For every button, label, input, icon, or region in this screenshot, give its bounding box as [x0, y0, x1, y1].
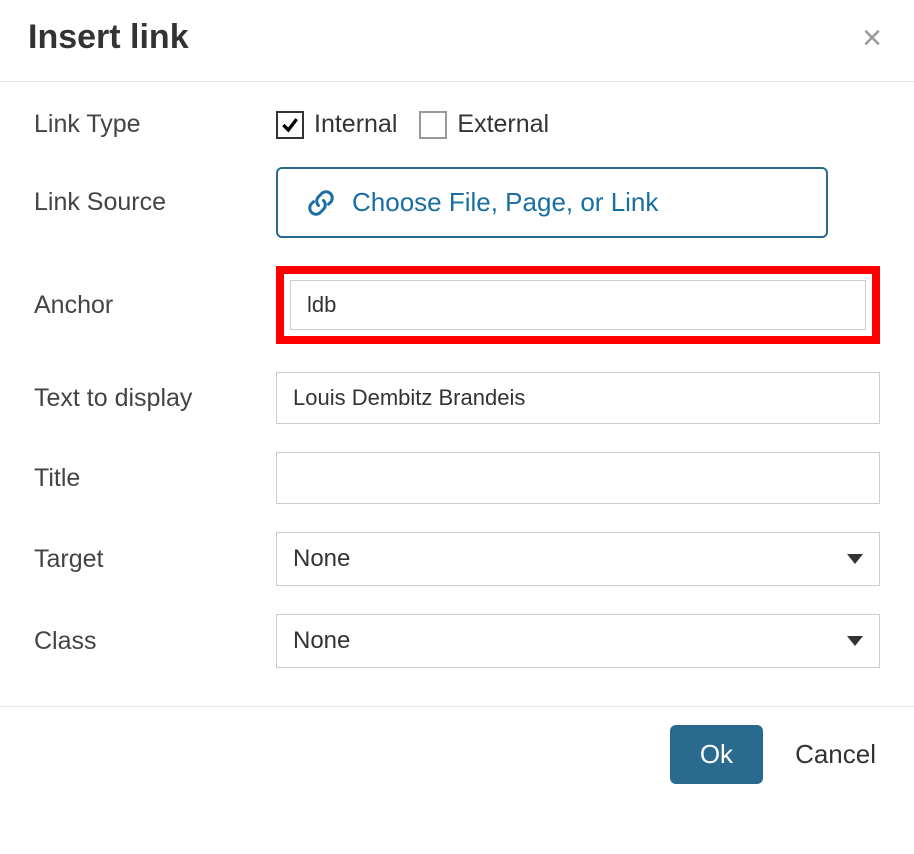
check-icon	[280, 115, 300, 135]
checkbox-box-internal	[276, 111, 304, 139]
link-type-group: Internal External	[276, 110, 549, 139]
checkbox-external[interactable]: External	[419, 110, 549, 139]
class-value: None	[293, 627, 350, 655]
target-select[interactable]: None	[276, 532, 880, 586]
dialog-body: Link Type Internal External	[0, 82, 914, 686]
anchor-highlight	[276, 266, 880, 344]
row-link-type: Link Type Internal External	[34, 110, 880, 139]
label-text-to-display: Text to display	[34, 384, 276, 413]
row-title: Title	[34, 452, 880, 504]
label-link-source: Link Source	[34, 188, 276, 217]
choose-link-label: Choose File, Page, or Link	[352, 187, 658, 218]
dialog-header: Insert link ×	[0, 0, 914, 82]
chevron-down-icon	[847, 554, 863, 564]
chevron-down-icon	[847, 636, 863, 646]
label-class: Class	[34, 627, 276, 656]
label-target: Target	[34, 545, 276, 574]
target-value: None	[293, 545, 350, 573]
row-class: Class None	[34, 614, 880, 668]
class-select[interactable]: None	[276, 614, 880, 668]
label-link-type: Link Type	[34, 110, 276, 139]
ok-button[interactable]: Ok	[670, 725, 763, 784]
row-target: Target None	[34, 532, 880, 586]
link-icon	[306, 188, 336, 218]
checkbox-external-label: External	[457, 110, 549, 139]
label-anchor: Anchor	[34, 291, 276, 320]
dialog-footer: Ok Cancel	[0, 706, 914, 806]
row-text-to-display: Text to display	[34, 372, 880, 424]
checkbox-internal-label: Internal	[314, 110, 397, 139]
row-link-source: Link Source Choose File, Page, or Link	[34, 167, 880, 238]
choose-link-button[interactable]: Choose File, Page, or Link	[276, 167, 828, 238]
checkbox-internal[interactable]: Internal	[276, 110, 397, 139]
insert-link-dialog: Insert link × Link Type Internal	[0, 0, 914, 806]
dialog-title: Insert link	[28, 18, 858, 57]
close-icon[interactable]: ×	[858, 21, 886, 55]
cancel-button[interactable]: Cancel	[791, 725, 880, 784]
text-to-display-input[interactable]	[276, 372, 880, 424]
checkbox-box-external	[419, 111, 447, 139]
label-title: Title	[34, 464, 276, 493]
row-anchor: Anchor	[34, 266, 880, 344]
anchor-input[interactable]	[290, 280, 866, 330]
title-input[interactable]	[276, 452, 880, 504]
